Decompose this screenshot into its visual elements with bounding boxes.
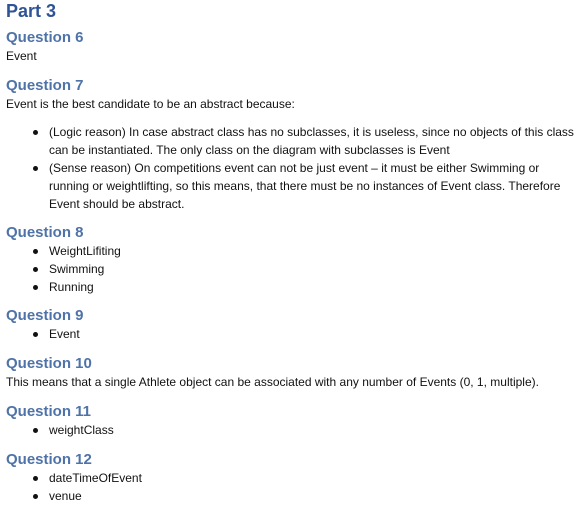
question-11-heading: Question 11 [6, 403, 92, 420]
question-7-intro: Event is the best candidate to be an abs… [6, 97, 295, 111]
question-10-answer: This means that a single Athlete object … [6, 375, 539, 389]
list-item: Event [6, 325, 574, 343]
list-item: Swimming [6, 260, 574, 278]
question-9-heading: Question 9 [6, 307, 84, 324]
question-11-list: weightClass [6, 421, 574, 439]
question-6-answer: Event [6, 49, 37, 63]
question-7-heading: Question 7 [6, 77, 84, 94]
section-q8: Question 8 WeightLifiting Swimming Runni… [6, 223, 574, 296]
question-12-list: dateTimeOfEvent venue [6, 469, 574, 505]
list-item: (Logic reason) In case abstract class ha… [6, 123, 574, 159]
question-6-heading: Question 6 [6, 29, 84, 46]
list-item: venue [6, 487, 574, 505]
question-8-list: WeightLifiting Swimming Running [6, 242, 574, 296]
section-q12: Question 12 dateTimeOfEvent venue [6, 450, 574, 505]
question-9-list: Event [6, 325, 574, 343]
question-8-heading: Question 8 [6, 224, 84, 241]
question-10-heading: Question 10 [6, 355, 92, 372]
question-7-list: (Logic reason) In case abstract class ha… [6, 123, 574, 213]
section-q10: Question 10 This means that a single Ath… [6, 354, 574, 391]
part-title: Part 3 [6, 1, 57, 21]
question-12-heading: Question 12 [6, 451, 92, 468]
list-item: Running [6, 278, 574, 296]
section-q9: Question 9 Event [6, 306, 574, 343]
list-item: (Sense reason) On competitions event can… [6, 159, 574, 213]
section-q6: Question 6 Event [6, 28, 574, 65]
document: Part 3 Question 6 Event Question 7 Event… [6, 0, 574, 505]
section-q7: Question 7 Event is the best candidate t… [6, 76, 574, 213]
section-q11: Question 11 weightClass [6, 402, 574, 439]
list-item: dateTimeOfEvent [6, 469, 574, 487]
list-item: WeightLifiting [6, 242, 574, 260]
list-item: weightClass [6, 421, 574, 439]
